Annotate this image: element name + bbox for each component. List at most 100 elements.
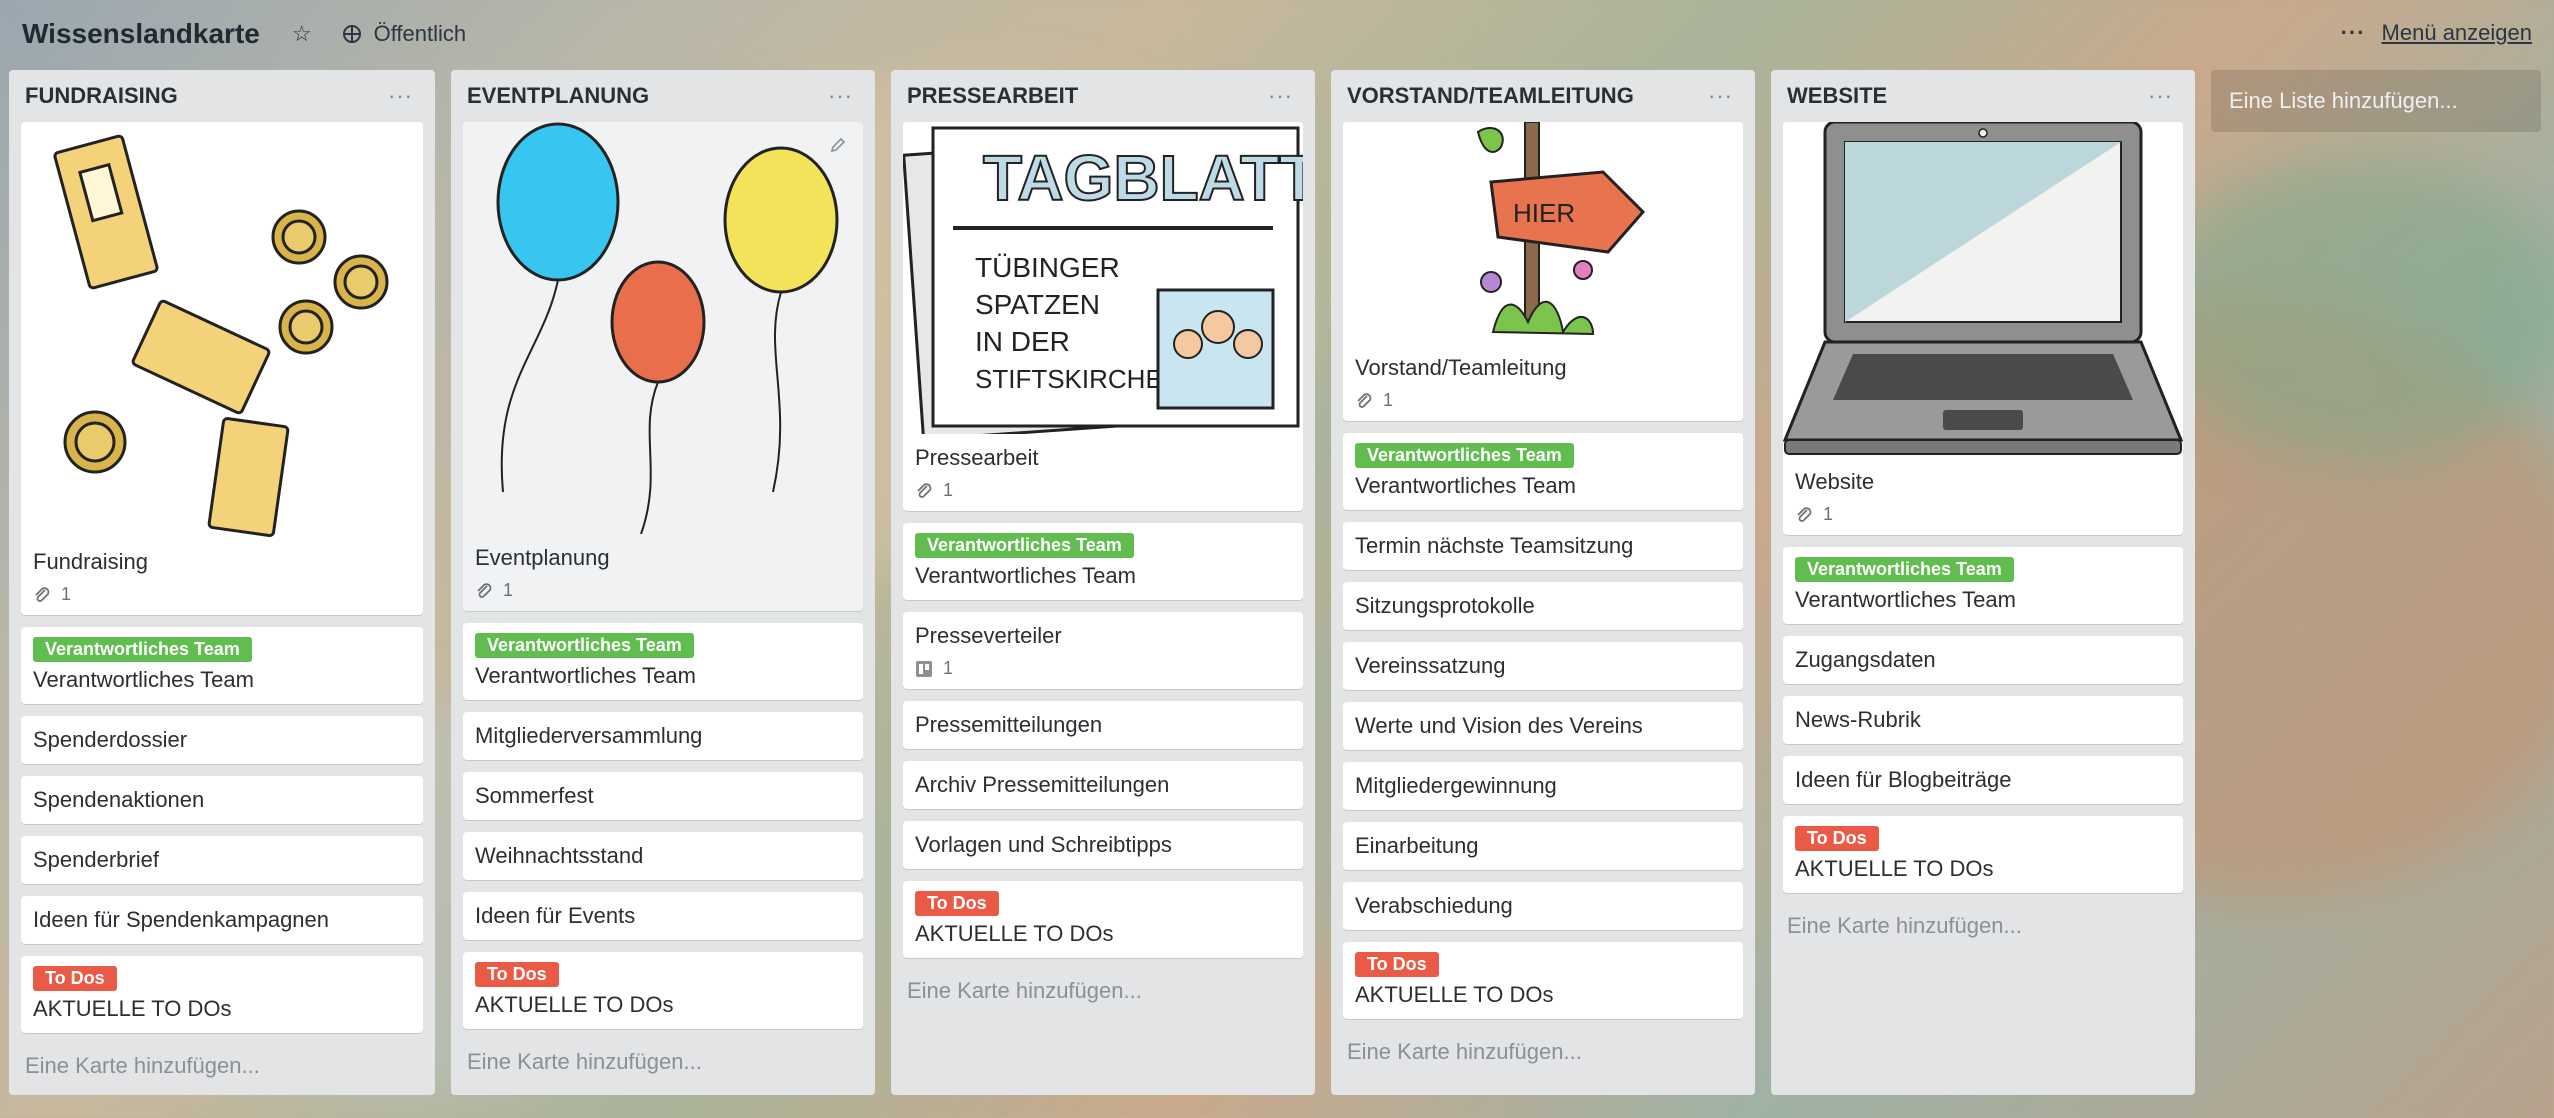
card-title: News-Rubrik: [1795, 707, 1921, 732]
list-menu-icon[interactable]: ···: [1268, 83, 1293, 109]
show-menu-button[interactable]: ··· Menü anzeigen: [2341, 20, 2532, 46]
card-title: Einarbeitung: [1355, 833, 1479, 858]
pencil-icon[interactable]: [829, 136, 847, 154]
card-title: Pressearbeit: [915, 445, 1039, 470]
add-card-button[interactable]: Eine Karte hinzufügen...: [1783, 905, 2183, 945]
todo-card[interactable]: To Dos AKTUELLE TO DOs: [463, 952, 863, 1029]
team-card[interactable]: Verantwortliches Team Verantwortliches T…: [21, 627, 423, 704]
list-card[interactable]: Einarbeitung: [1343, 822, 1743, 870]
attachment-badge: 1: [1355, 390, 1731, 411]
card-title: Eventplanung: [475, 545, 610, 570]
label-todo: To Dos: [1795, 826, 1879, 851]
list-card[interactable]: Ideen für Spendenkampagnen: [21, 896, 423, 944]
todo-card[interactable]: To Dos AKTUELLE TO DOs: [21, 956, 423, 1033]
list-card[interactable]: Pressemitteilungen: [903, 701, 1303, 749]
show-menu-label: Menü anzeigen: [2381, 20, 2532, 45]
team-card[interactable]: Verantwortliches Team Verantwortliches T…: [903, 523, 1303, 600]
headline-line-1: TÜBINGER: [975, 252, 1120, 283]
list-card[interactable]: Spenderbrief: [21, 836, 423, 884]
list-card[interactable]: Spenderdossier: [21, 716, 423, 764]
list-card[interactable]: Sitzungsprotokolle: [1343, 582, 1743, 630]
list-pressearbeit: PRESSEARBEIT ··· TAGBLATT TÜBINGER SPATZ…: [891, 70, 1315, 1095]
team-card[interactable]: Verantwortliches Team Verantwortliches T…: [1783, 547, 2183, 624]
paperclip-icon: [35, 586, 50, 602]
add-card-button[interactable]: Eine Karte hinzufügen...: [1343, 1031, 1743, 1071]
label-todo: To Dos: [33, 966, 117, 991]
lists-container: FUNDRAISING ··· Fundraising 1 Verantwort…: [9, 70, 2541, 1095]
list-menu-icon[interactable]: ···: [828, 83, 853, 109]
team-card[interactable]: Verantwortliches Team Verantwortliches T…: [463, 623, 863, 700]
list-card[interactable]: Zugangsdaten: [1783, 636, 2183, 684]
star-icon[interactable]: ☆: [292, 21, 312, 47]
cover-card[interactable]: HIER Vorstand/Teamleitung 1: [1343, 122, 1743, 421]
list-card[interactable]: Archiv Pressemitteilungen: [903, 761, 1303, 809]
board-count: 1: [943, 658, 954, 678]
add-card-button[interactable]: Eine Karte hinzufügen...: [903, 970, 1303, 1010]
team-card[interactable]: Verantwortliches Team Verantwortliches T…: [1343, 433, 1743, 510]
visibility-button[interactable]: Öffentlich: [342, 21, 467, 47]
list-header: EVENTPLANUNG ···: [463, 70, 863, 122]
list-title[interactable]: EVENTPLANUNG: [467, 83, 649, 109]
list-card[interactable]: Werte und Vision des Vereins: [1343, 702, 1743, 750]
list-header: PRESSEARBEIT ···: [903, 70, 1303, 122]
list-card[interactable]: Mitgliederversammlung: [463, 712, 863, 760]
card-title: Termin nächste Teamsitzung: [1355, 533, 1634, 558]
cover-card[interactable]: Website 1: [1783, 122, 2183, 535]
list-menu-icon[interactable]: ···: [388, 83, 413, 109]
presseverteiler-card[interactable]: Presseverteiler 1: [903, 612, 1303, 689]
list-fundraising: FUNDRAISING ··· Fundraising 1 Verantwort…: [9, 70, 435, 1095]
list-card[interactable]: News-Rubrik: [1783, 696, 2183, 744]
card-title: Sommerfest: [475, 783, 594, 808]
list-card[interactable]: Verabschiedung: [1343, 882, 1743, 930]
label-todo: To Dos: [915, 891, 999, 916]
globe-icon: [342, 25, 361, 43]
list-card[interactable]: Ideen für Blogbeiträge: [1783, 756, 2183, 804]
list-menu-icon[interactable]: ···: [1708, 83, 1733, 109]
card-title: Werte und Vision des Vereins: [1355, 713, 1643, 738]
add-card-button[interactable]: Eine Karte hinzufügen...: [21, 1045, 423, 1085]
card-title: Ideen für Blogbeiträge: [1795, 767, 2012, 792]
cover-card[interactable]: Eventplanung 1: [463, 122, 863, 611]
visibility-label: Öffentlich: [373, 21, 467, 46]
board-icon: [916, 660, 932, 677]
board-title[interactable]: Wissenslandkarte: [22, 18, 260, 50]
card-title: Spendenaktionen: [33, 787, 205, 812]
laptop-illustration: [1783, 122, 2183, 458]
list-card[interactable]: Mitgliedergewinnung: [1343, 762, 1743, 810]
attachment-badge: 1: [1795, 504, 2171, 525]
list-title[interactable]: FUNDRAISING: [25, 83, 178, 109]
money-illustration: [21, 122, 423, 538]
todo-card[interactable]: To Dos AKTUELLE TO DOs: [1343, 942, 1743, 1019]
list-card[interactable]: Weihnachtsstand: [463, 832, 863, 880]
todo-card[interactable]: To Dos AKTUELLE TO DOs: [903, 881, 1303, 958]
card-title: Zugangsdaten: [1795, 647, 1936, 672]
list-title[interactable]: PRESSEARBEIT: [907, 83, 1078, 109]
paperclip-icon: [1797, 506, 1812, 522]
list-menu-icon[interactable]: ···: [2148, 83, 2173, 109]
sign-text: HIER: [1513, 198, 1575, 228]
list-header: WEBSITE ···: [1783, 70, 2183, 122]
list-vorstand: VORSTAND/TEAMLEITUNG ··· HIER Vorstand/T…: [1331, 70, 1755, 1095]
attachment-count: 1: [503, 580, 514, 600]
list-card[interactable]: Vorlagen und Schreibtipps: [903, 821, 1303, 869]
card-title: AKTUELLE TO DOs: [1795, 856, 1994, 881]
cover-card[interactable]: Fundraising 1: [21, 122, 423, 615]
list-card[interactable]: Sommerfest: [463, 772, 863, 820]
todo-card[interactable]: To Dos AKTUELLE TO DOs: [1783, 816, 2183, 893]
list-card[interactable]: Vereinssatzung: [1343, 642, 1743, 690]
add-card-button[interactable]: Eine Karte hinzufügen...: [463, 1041, 863, 1081]
card-title: Pressemitteilungen: [915, 712, 1103, 737]
list-card[interactable]: Termin nächste Teamsitzung: [1343, 522, 1743, 570]
card-title: Verantwortliches Team: [915, 563, 1136, 588]
card-title: Archiv Pressemitteilungen: [915, 772, 1170, 797]
newspaper-illustration: TAGBLATT TÜBINGER SPATZEN IN DER STIFTSK…: [903, 122, 1303, 434]
more-icon: ···: [2340, 20, 2366, 45]
add-list-button[interactable]: Eine Liste hinzufügen...: [2211, 70, 2541, 132]
list-title[interactable]: WEBSITE: [1787, 83, 1887, 109]
attachment-badge: 1: [915, 480, 1291, 501]
balloons-illustration: [463, 122, 863, 534]
list-card[interactable]: Ideen für Events: [463, 892, 863, 940]
cover-card[interactable]: TAGBLATT TÜBINGER SPATZEN IN DER STIFTSK…: [903, 122, 1303, 511]
list-title[interactable]: VORSTAND/TEAMLEITUNG: [1347, 83, 1634, 109]
list-card[interactable]: Spendenaktionen: [21, 776, 423, 824]
